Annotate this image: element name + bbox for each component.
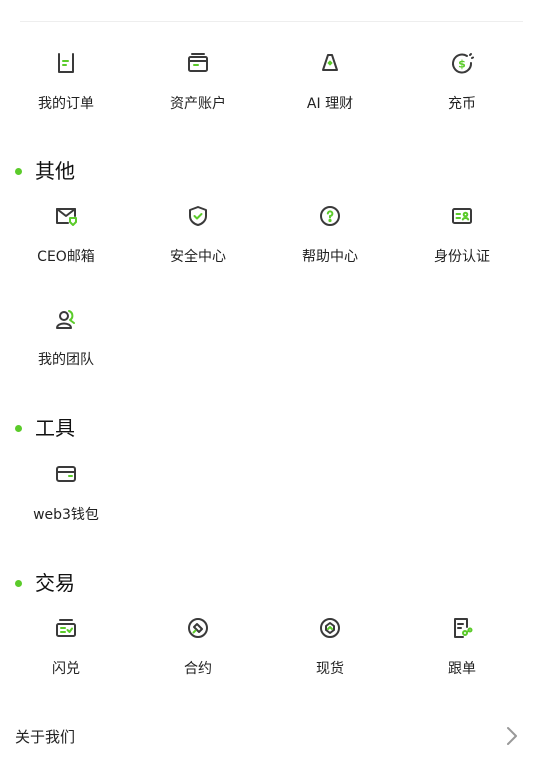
section-header-tools: 工具 — [15, 416, 75, 440]
deposit-button[interactable]: $ 充币 — [396, 49, 528, 113]
svg-text:$: $ — [458, 58, 466, 71]
ceo-mail-button[interactable]: CEO邮箱 — [0, 202, 132, 266]
help-icon — [316, 202, 344, 230]
order-icon — [52, 49, 80, 77]
top-divider — [20, 21, 523, 22]
section-header-other: 其他 — [15, 159, 75, 183]
deposit-icon: $ — [448, 49, 476, 77]
spot-label: 现货 — [316, 661, 344, 677]
flash-swap-button[interactable]: 闪兑 — [0, 614, 132, 678]
section-header-trade: 交易 — [15, 571, 75, 595]
copy-trade-button[interactable]: 跟单 — [396, 614, 528, 678]
my-orders-button[interactable]: 我的订单 — [0, 49, 132, 113]
copy-trade-icon — [448, 614, 476, 642]
deposit-label: 充币 — [448, 96, 476, 112]
my-team-button[interactable]: 我的团队 — [0, 305, 132, 369]
web3-wallet-button[interactable]: web3钱包 — [0, 460, 132, 524]
other-row-1: CEO邮箱 安全中心 帮助中心 身份认证 — [0, 202, 545, 266]
spot-button[interactable]: 现货 — [264, 614, 396, 678]
id-card-icon — [448, 202, 476, 230]
team-icon — [52, 305, 80, 333]
trade-row: 闪兑 合约 现货 跟单 — [0, 614, 545, 678]
ceo-mail-label: CEO邮箱 — [37, 249, 95, 265]
contract-button[interactable]: 合约 — [132, 614, 264, 678]
ai-finance-label: AI 理财 — [306, 96, 354, 112]
my-orders-label: 我的订单 — [38, 96, 94, 112]
security-center-label: 安全中心 — [170, 249, 226, 265]
copy-trade-label: 跟单 — [448, 661, 476, 677]
about-us-row[interactable]: 关于我们 — [15, 722, 519, 750]
help-center-button[interactable]: 帮助中心 — [264, 202, 396, 266]
flash-swap-label: 闪兑 — [52, 661, 80, 677]
asset-account-label: 资产账户 — [170, 96, 226, 112]
web3-wallet-icon — [52, 460, 80, 488]
tools-row: web3钱包 — [0, 460, 545, 524]
mail-icon — [52, 202, 80, 230]
section-title-trade: 交易 — [35, 571, 75, 595]
wallet-icon — [184, 49, 212, 77]
about-us-label: 关于我们 — [15, 727, 76, 746]
asset-account-button[interactable]: 资产账户 — [132, 49, 264, 113]
ai-finance-icon — [316, 49, 344, 77]
ai-finance-button[interactable]: AI 理财 — [264, 49, 396, 113]
section-title-other: 其他 — [35, 159, 75, 183]
identity-verify-button[interactable]: 身份认证 — [396, 202, 528, 266]
shield-icon — [184, 202, 212, 230]
section-title-tools: 工具 — [35, 416, 75, 440]
identity-verify-label: 身份认证 — [434, 249, 490, 265]
help-center-label: 帮助中心 — [302, 249, 358, 265]
web3-wallet-label: web3钱包 — [33, 507, 99, 523]
section-dot — [15, 579, 22, 587]
chevron-right-icon — [505, 725, 519, 747]
section-dot — [15, 167, 22, 175]
contract-label: 合约 — [184, 661, 212, 677]
contract-icon — [184, 614, 212, 642]
section-dot — [15, 424, 22, 432]
spot-icon — [316, 614, 344, 642]
account-row: 我的订单 资产账户 AI 理财 $ 充币 — [0, 49, 545, 113]
security-center-button[interactable]: 安全中心 — [132, 202, 264, 266]
other-row-2: 我的团队 — [0, 305, 545, 369]
my-team-label: 我的团队 — [38, 352, 94, 368]
swap-icon — [52, 614, 80, 642]
